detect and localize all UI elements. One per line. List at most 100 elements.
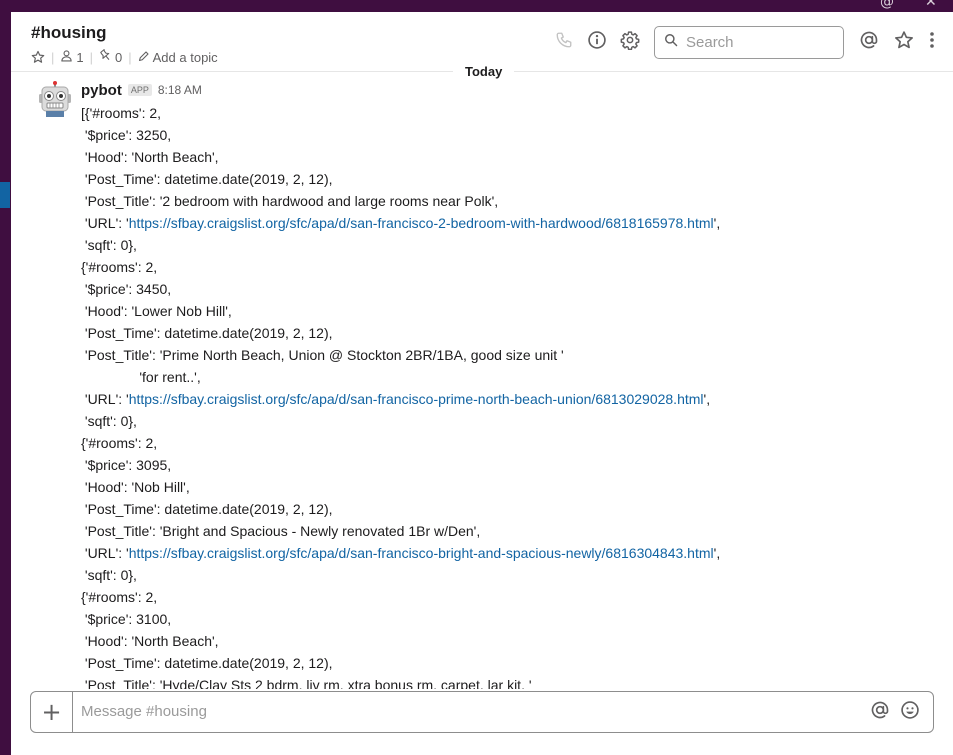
listing-link[interactable]: https://sfbay.craigslist.org/sfc/apa/d/s… [129,545,714,561]
meta-divider: | [128,49,132,65]
message-line: '$price': 3250, [81,124,941,146]
channel-info-button[interactable] [583,26,611,58]
message-line: 'Post_Title': 'Bright and Spacious - New… [81,520,941,542]
message-line: {'#rooms': 2, [81,256,941,278]
message-line: 'sqft': 0}, [81,234,941,256]
message-text: 'Hood': 'Lower Nob Hill', [81,303,232,319]
starred-items-button[interactable] [890,26,918,58]
message-body: [{'#rooms': 2, '$price': 3250, 'Hood': '… [81,102,941,689]
message-line: 'Hood': 'North Beach', [81,146,941,168]
window-minimize-icon[interactable]: @ [880,0,894,10]
message-text: 'sqft': 0}, [81,237,137,253]
message-line: 'Hood': 'North Beach', [81,630,941,652]
message-sender[interactable]: pybot [81,82,122,99]
message-text: '$price': 3250, [81,127,172,143]
star-icon [894,30,914,55]
member-count: 1 [76,49,84,65]
mentions-button[interactable] [855,26,883,58]
call-button[interactable] [550,26,578,58]
message-line: 'Post_Time': datetime.date(2019, 2, 12), [81,498,941,520]
message-text: 'Post_Title': '2 bedroom with hardwood a… [81,193,499,209]
add-topic-button[interactable]: Add a topic [138,50,218,65]
message-text: 'Post_Title': 'Hyde/Clay Sts 2 bdrm, liv… [81,677,532,689]
message-text: 'Hood': 'North Beach', [81,633,219,649]
person-icon [60,49,73,65]
pin-icon [99,49,112,65]
window-titlebar: @ ✕ [0,0,953,12]
message-text: {'#rooms': 2, [81,435,158,451]
listing-link[interactable]: https://sfbay.craigslist.org/sfc/apa/d/s… [129,215,714,231]
message-text: 'Post_Title': 'Bright and Spacious - New… [81,523,481,539]
channel-view: #housing | 1 | 0 | Add a topic Search To… [11,12,953,755]
message-text: [{'#rooms': 2, [81,105,162,121]
message-line: {'#rooms': 2, [81,432,941,454]
at-icon [859,30,879,55]
message-line: 'Post_Time': datetime.date(2019, 2, 12), [81,168,941,190]
message-text: 'for rent..', [81,369,201,385]
channel-header: #housing | 1 | 0 | Add a topic Search [11,12,953,72]
star-icon[interactable] [31,50,45,64]
add-topic-label: Add a topic [152,49,218,65]
message-text: 'Post_Time': datetime.date(2019, 2, 12), [81,171,333,187]
message-text: {'#rooms': 2, [81,259,158,275]
emoji-button[interactable] [899,700,921,725]
attach-button[interactable]: + [31,692,73,732]
message-line: '$price': 3095, [81,454,941,476]
more-vertical-icon [929,31,935,54]
message-text: 'sqft': 0}, [81,413,137,429]
pins-button[interactable]: 0 [99,49,122,65]
message-line: 'Post_Time': datetime.date(2019, 2, 12), [81,322,941,344]
message-text: 'Hood': 'North Beach', [81,149,219,165]
message-list: pybot APP 8:18 AM [{'#rooms': 2, '$price… [11,73,953,689]
members-button[interactable]: 1 [60,49,84,65]
window-close-icon[interactable]: ✕ [925,0,937,10]
message-text: '$price': 3095, [81,457,172,473]
meta-divider: | [89,49,94,65]
listing-link[interactable]: https://sfbay.craigslist.org/sfc/apa/d/s… [129,391,704,407]
sidebar-active-channel-indicator[interactable] [0,182,10,208]
message-text: '$price': 3100, [81,611,172,627]
message-text: 'Post_Title': 'Prime North Beach, Union … [81,347,564,363]
message-line: 'URL': 'https://sfbay.craigslist.org/sfc… [81,388,941,410]
pinned-count: 0 [115,49,123,65]
message-line: 'Post_Title': 'Hyde/Clay Sts 2 bdrm, liv… [81,674,941,689]
message-timestamp[interactable]: 8:18 AM [158,83,202,97]
message-input[interactable]: Message #housing [81,703,207,720]
pencil-icon [138,50,150,65]
message-text: {'#rooms': 2, [81,589,158,605]
message-text: 'URL': ' [81,391,129,407]
emoji-icon [900,700,920,725]
message-text: 'sqft': 0}, [81,567,137,583]
message-line: 'Post_Title': '2 bedroom with hardwood a… [81,190,941,212]
message-line: 'URL': 'https://sfbay.craigslist.org/sfc… [81,212,941,234]
info-icon [587,30,607,55]
message-text: 'Hood': 'Nob Hill', [81,479,190,495]
mention-button[interactable] [869,701,891,723]
message-line: 'sqft': 0}, [81,410,941,432]
message-header: pybot APP 8:18 AM [81,81,202,99]
message-line: '$price': 3450, [81,278,941,300]
more-actions-button[interactable] [919,26,945,58]
message-text: ', [703,391,711,407]
plus-icon: + [41,698,62,726]
message-line: 'Post_Title': 'Prime North Beach, Union … [81,344,941,366]
gear-icon [620,30,640,55]
workspace-sidebar [0,12,11,755]
message-composer: + Message #housing [30,691,934,733]
message-text: 'URL': ' [81,215,129,231]
channel-title[interactable]: #housing [31,23,107,43]
message-text: ', [713,215,721,231]
message-text: 'URL': ' [81,545,129,561]
search-input[interactable]: Search [654,26,844,59]
meta-divider: | [51,49,55,65]
message-line: 'Hood': 'Lower Nob Hill', [81,300,941,322]
message-line: [{'#rooms': 2, [81,102,941,124]
search-placeholder: Search [686,34,734,51]
message-line: 'URL': 'https://sfbay.craigslist.org/sfc… [81,542,941,564]
channel-settings-button[interactable] [616,26,644,58]
message-line: {'#rooms': 2, [81,586,941,608]
avatar[interactable] [37,81,73,117]
message-line: 'for rent..', [81,366,941,388]
phone-icon [555,31,573,54]
message-line: '$price': 3100, [81,608,941,630]
